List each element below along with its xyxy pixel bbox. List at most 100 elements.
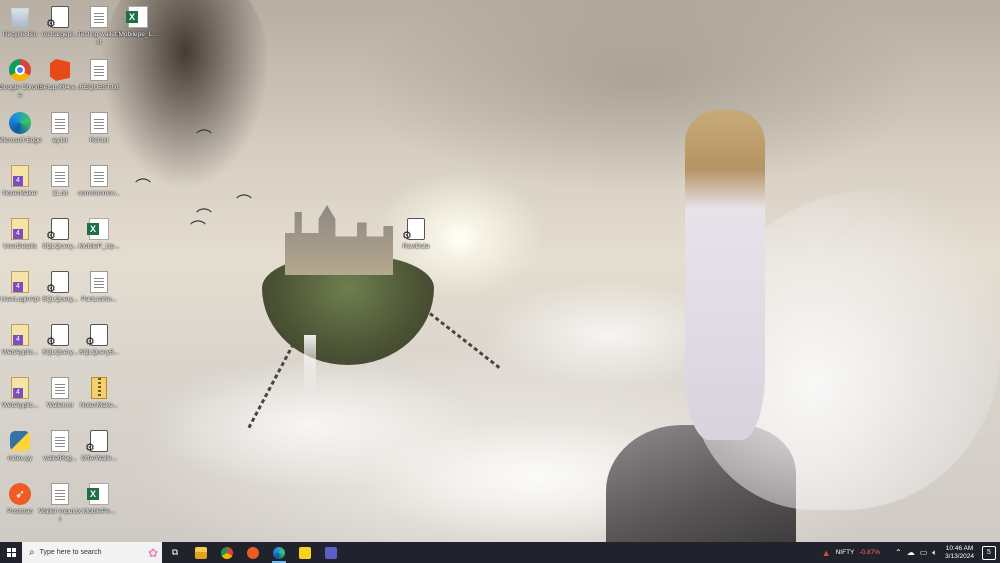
desktop-icon-request[interactable]: REQUEST.txt (77, 57, 121, 92)
desktop-icon-mobilep-up[interactable]: MobileP_Up... (77, 216, 121, 251)
ticker-name[interactable]: NIFTY (836, 549, 855, 556)
desktop-icon-ey[interactable]: ey.txt (38, 110, 82, 145)
wallpaper-woman (685, 110, 765, 440)
recycle-bin-icon (11, 8, 29, 28)
teams-button[interactable] (318, 542, 344, 563)
desktop-icon-label: REQUEST.txt (79, 84, 119, 91)
sticky-notes-icon (299, 546, 311, 559)
desktop-icon-wallet[interactable]: Wallet.txt (38, 375, 82, 410)
text-file-icon (90, 271, 108, 293)
config-file-icon (402, 218, 425, 242)
desktop-icon-label: Mobilepe_L... (118, 31, 158, 38)
desktop-icon-mobilepe[interactable]: Mobilepe_L... (116, 4, 160, 39)
desktop-icon-ref[interactable]: Ref.txt (77, 110, 121, 145)
sql-file-icon (46, 218, 69, 242)
desktop-icon-recycle-bin[interactable]: Recycle Bin (0, 4, 42, 39)
start-button[interactable] (0, 542, 22, 563)
desktop-icon-label: PartListNo... (81, 296, 117, 303)
desktop-icon-label: Wallet vnput.txt (38, 508, 82, 523)
postman-taskbar-button[interactable] (240, 542, 266, 563)
text-file-icon (90, 112, 108, 134)
notification-center-button[interactable]: 5 (982, 545, 996, 560)
desktop-icon-offerwalle[interactable]: OfferWalle... (77, 428, 121, 463)
chrome-taskbar-button[interactable] (214, 542, 240, 563)
desktop-icon-index-py[interactable]: index.py (0, 428, 42, 463)
desktop-icon-label: MobilePe... (82, 508, 116, 515)
desktop-icon-rawdata[interactable]: RawData (394, 216, 438, 251)
desktop-icon-label: walletReg... (43, 455, 77, 462)
office-setup-icon (50, 59, 70, 81)
desktop-icon-userdetails[interactable]: UserDetails (0, 216, 42, 251)
postman-icon: ➶ (9, 483, 31, 505)
desktop-icon-label: Setup.X64.e... (39, 84, 81, 91)
text-file-icon (51, 377, 69, 399)
desktop-icon-sqlquery[interactable]: SQLQuery... (38, 269, 82, 304)
stock-chart-icon: ▲ (821, 547, 831, 558)
desktop-icon-wallet-vnput[interactable]: Wallet vnput.txt (38, 481, 82, 524)
desktop-icon-google-chrome[interactable]: Google Chrome (0, 57, 42, 100)
teams-icon (325, 546, 337, 559)
text-file-icon (51, 430, 69, 452)
text-file-icon (90, 6, 108, 28)
windows-logo-icon (6, 548, 16, 557)
desktop-icon-webapplic[interactable]: WebApplic... (0, 375, 42, 410)
clock-date: 3/13/2024 (945, 552, 974, 560)
desktop-wallpaper: ⌒ ⌒ ⌒ ⌒ ⌒ (0, 0, 1000, 542)
taskbar-search-placeholder: Type here to search (39, 549, 102, 556)
text-file-icon (90, 165, 108, 187)
desktop-icon-microsoft-edge[interactable]: Microsoft Edge (0, 110, 42, 145)
config-file-icon (46, 6, 69, 30)
desktop-icon-label: ey.txt (52, 137, 68, 144)
chevron-up-icon[interactable]: ⌃ (895, 548, 902, 557)
desktop-icon-notesmaker[interactable]: NotesMaker (0, 163, 42, 198)
task-view-icon: ⧉ (171, 547, 179, 557)
desktop-icon-commonmov[interactable]: commonmov... (77, 163, 121, 198)
desktop-icon-sqlquery[interactable]: SQLQuery... (38, 322, 82, 357)
taskbar-clock[interactable]: 10:46 AM 3/13/2024 (942, 545, 977, 561)
desktop-icon-label: WebApplic... (1, 349, 39, 356)
ticker-change[interactable]: -0.87% (859, 549, 880, 556)
desktop-icon-notesmake-zip[interactable]: NotesMake... (77, 375, 121, 410)
desktop-icon-partlistno[interactable]: PartListNo... (77, 269, 121, 304)
network-icon[interactable]: ▭ (920, 548, 928, 557)
wallpaper-bird: ⌒ (190, 221, 207, 238)
task-view-button[interactable]: ⧉ (162, 542, 188, 563)
desktop-icon-label: Google Chrome (0, 84, 42, 99)
sql-file-icon (46, 324, 69, 348)
wallpaper-bird: ⌒ (236, 195, 253, 212)
wallpaper-bird: ⌒ (135, 179, 152, 196)
desktop-icon-testing-wallet[interactable]: Testing wallet.txt (77, 4, 121, 47)
desktop-icon-userloginapi[interactable]: UserLoginApi (0, 269, 42, 304)
desktop-icon-webapplic[interactable]: WebApplic... (0, 322, 42, 357)
desktop-icon-rechargepl[interactable]: rechargepl... (38, 4, 82, 39)
text-file-icon (90, 59, 108, 81)
desktop-icon-sqlquery5[interactable]: SQLQuery5... (77, 322, 121, 357)
chrome-icon (9, 59, 31, 81)
desktop-icon-label: SQLQuery... (42, 349, 78, 356)
onedrive-icon[interactable]: ☁ (907, 548, 915, 557)
desktop-icon-label: commonmov... (77, 190, 121, 197)
desktop-icon-label: SQLQuery5... (79, 349, 119, 356)
desktop-icon-label: Microsoft Edge (0, 137, 42, 144)
volume-icon[interactable]: 🔈︎ (932, 548, 937, 558)
taskbar-search-box[interactable]: ⌕ Type here to search ✿ (22, 542, 162, 563)
visual-studio-solution-icon (11, 218, 29, 240)
desktop-icon-label: UserLoginApi (0, 296, 40, 303)
desktop-icon-label: rechargepl... (41, 31, 79, 38)
desktop-icon-label: OfferWalle... (81, 455, 117, 462)
visual-studio-solution-icon (11, 324, 29, 346)
edge-taskbar-button[interactable] (266, 542, 292, 563)
desktop-icon-walletreg[interactable]: walletReg... (38, 428, 82, 463)
wallpaper-waterfall (304, 335, 316, 395)
sticky-notes-button[interactable] (292, 542, 318, 563)
desktop-icon-11[interactable]: 11.txt (38, 163, 82, 198)
desktop-icon-postman[interactable]: ➶ Postman (0, 481, 42, 516)
desktop-icon-label: Postman (7, 508, 33, 515)
search-highlight-lotus-icon: ✿ (147, 545, 158, 560)
desktop-icon-sqlquery[interactable]: SQLQuery... (38, 216, 82, 251)
desktop-icon-setup[interactable]: Setup.X64.e... (38, 57, 82, 92)
file-explorer-button[interactable] (188, 542, 214, 563)
desktop-icon-mobilepe2[interactable]: MobilePe... (77, 481, 121, 516)
desktop-icon-label: index.py (7, 455, 33, 462)
postman-taskbar-icon (247, 546, 259, 559)
